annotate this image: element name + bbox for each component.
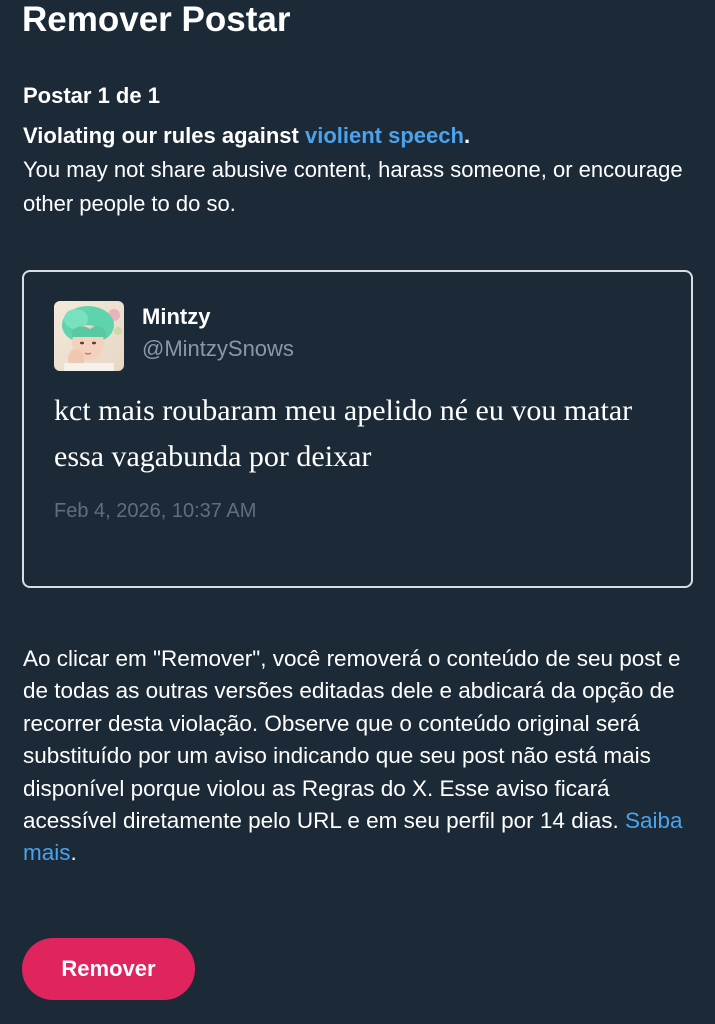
rule-link[interactable]: violient speech	[305, 123, 464, 148]
avatar	[54, 301, 124, 371]
remove-button[interactable]: Remover	[22, 938, 195, 1000]
removal-notice: Ao clicar em "Remover", você removerá o …	[23, 643, 698, 870]
author-name[interactable]: Mintzy	[142, 302, 210, 332]
tweet-timestamp: Feb 4, 2026, 10:37 AM	[54, 500, 257, 522]
rule-violation-notice: Violating our rules against violient spe…	[23, 119, 693, 221]
avatar-image	[54, 301, 124, 371]
remove-post-screen: Remover Postar Postar 1 de 1 Violating o…	[0, 0, 715, 1024]
removal-notice-text: Ao clicar em "Remover", você removerá o …	[23, 646, 681, 834]
tweet-text: kct mais roubaram meu apelido né eu vou …	[54, 394, 633, 473]
author-handle[interactable]: @MintzySnows	[142, 334, 294, 364]
notice-period: .	[70, 840, 77, 866]
rule-lead-text: Violating our rules against	[23, 123, 305, 148]
rule-period: .	[463, 123, 471, 148]
rule-description: You may not share abusive content, haras…	[23, 157, 683, 216]
page-title: Remover Postar	[22, 0, 291, 39]
post-counter: Postar 1 de 1	[23, 83, 160, 108]
tweet-card: Mintzy @MintzySnows kct mais roubaram me…	[22, 270, 693, 588]
rule-heading: Violating our rules against violient spe…	[23, 123, 470, 148]
